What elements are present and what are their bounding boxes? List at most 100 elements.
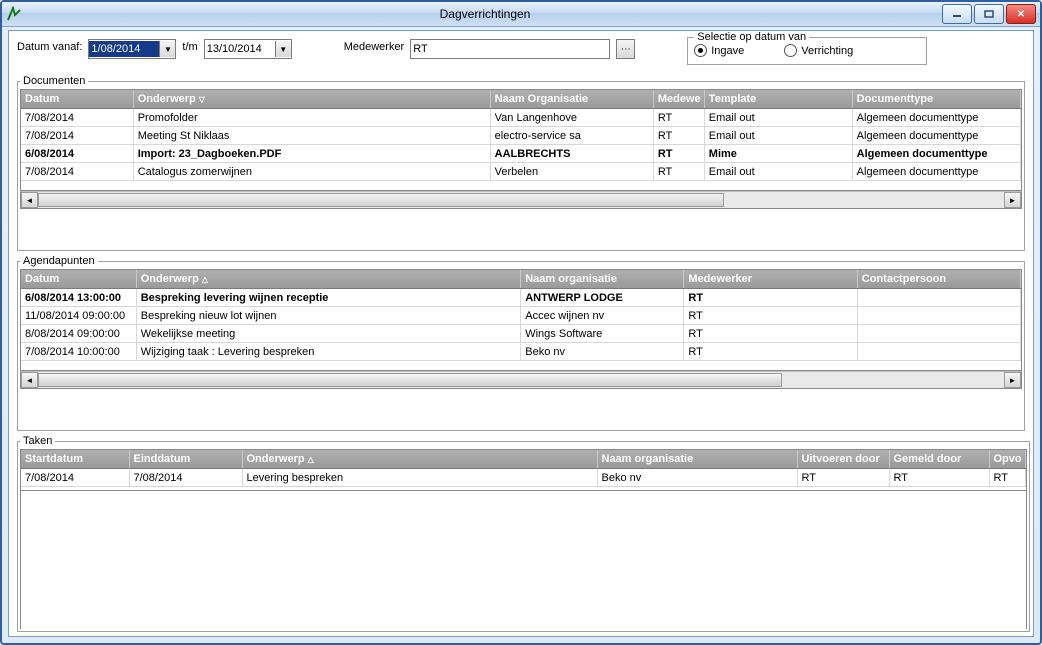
- medewerker-input[interactable]: [410, 39, 610, 59]
- cell[interactable]: [857, 343, 1020, 361]
- radio-ingave[interactable]: Ingave: [694, 44, 744, 57]
- cell[interactable]: 7/08/2014: [21, 469, 129, 487]
- column-header[interactable]: Naam Organisatie: [490, 90, 653, 109]
- cell[interactable]: 7/08/2014: [129, 469, 242, 487]
- column-header[interactable]: Einddatum: [129, 450, 242, 469]
- cell[interactable]: Algemeen documenttype: [852, 127, 1020, 145]
- cell[interactable]: 7/08/2014: [21, 127, 133, 145]
- table-row[interactable]: 7/08/2014 10:00:00Wijziging taak : Lever…: [21, 343, 1021, 361]
- cell[interactable]: 6/08/2014 13:00:00: [21, 289, 136, 307]
- scroll-thumb[interactable]: [38, 193, 724, 207]
- cell[interactable]: ANTWERP LODGE: [521, 289, 684, 307]
- cell[interactable]: RT: [684, 325, 857, 343]
- cell[interactable]: RT: [684, 307, 857, 325]
- table-row[interactable]: 6/08/2014Import: 23_Dagboeken.PDFAALBREC…: [21, 145, 1021, 163]
- table-row[interactable]: 11/08/2014 09:00:00Bespreking nieuw lot …: [21, 307, 1021, 325]
- cell[interactable]: Bespreking nieuw lot wijnen: [136, 307, 521, 325]
- cell[interactable]: [857, 325, 1020, 343]
- column-header[interactable]: Datum: [21, 90, 133, 109]
- documenten-hscroll[interactable]: ◄ ►: [20, 191, 1022, 209]
- cell[interactable]: 6/08/2014: [21, 145, 133, 163]
- datum-vanaf-field[interactable]: [89, 41, 159, 57]
- cell[interactable]: Mime: [704, 145, 852, 163]
- minimize-button[interactable]: [942, 4, 972, 24]
- table-row[interactable]: 7/08/20147/08/2014Levering besprekenBeko…: [21, 469, 1025, 487]
- cell[interactable]: Verbelen: [490, 163, 653, 181]
- cell[interactable]: 7/08/2014: [21, 109, 133, 127]
- column-header[interactable]: Documenttype: [852, 90, 1020, 109]
- table-row[interactable]: 7/08/2014Catalogus zomerwijnenVerbelenRT…: [21, 163, 1021, 181]
- cell[interactable]: Accec wijnen nv: [521, 307, 684, 325]
- agenda-grid[interactable]: DatumOnderwerp△Naam organisatieMedewerke…: [20, 269, 1022, 371]
- scroll-left-icon[interactable]: ◄: [21, 192, 38, 208]
- column-header[interactable]: Template: [704, 90, 852, 109]
- cell[interactable]: 11/08/2014 09:00:00: [21, 307, 136, 325]
- column-header[interactable]: Datum: [21, 270, 136, 289]
- column-header[interactable]: Onderwerp▽: [133, 90, 490, 109]
- cell[interactable]: Levering bespreken: [242, 469, 597, 487]
- column-header[interactable]: Naam organisatie: [521, 270, 684, 289]
- column-header[interactable]: Onderwerp△: [242, 450, 597, 469]
- column-header[interactable]: Startdatum: [21, 450, 129, 469]
- cell[interactable]: Algemeen documenttype: [852, 163, 1020, 181]
- cell[interactable]: Import: 23_Dagboeken.PDF: [133, 145, 490, 163]
- scroll-thumb[interactable]: [38, 373, 782, 387]
- cell[interactable]: Beko nv: [597, 469, 797, 487]
- cell[interactable]: Meeting St Niklaas: [133, 127, 490, 145]
- table-row[interactable]: 8/08/2014 09:00:00Wekelijkse meetingWing…: [21, 325, 1021, 343]
- radio-verrichting[interactable]: Verrichting: [784, 44, 853, 57]
- medewerker-field[interactable]: [411, 41, 609, 57]
- cell[interactable]: RT: [797, 469, 889, 487]
- column-header[interactable]: Contactpersoon: [857, 270, 1020, 289]
- cell[interactable]: Algemeen documenttype: [852, 145, 1020, 163]
- cell[interactable]: RT: [653, 163, 704, 181]
- agenda-hscroll[interactable]: ◄ ►: [20, 371, 1022, 389]
- cell[interactable]: 7/08/2014 10:00:00: [21, 343, 136, 361]
- medewerker-lookup-button[interactable]: ⋯: [616, 39, 635, 59]
- column-header[interactable]: Gemeld door: [889, 450, 989, 469]
- scroll-right-icon[interactable]: ►: [1004, 192, 1021, 208]
- column-header[interactable]: Uitvoeren door: [797, 450, 889, 469]
- cell[interactable]: [857, 307, 1020, 325]
- cell[interactable]: Catalogus zomerwijnen: [133, 163, 490, 181]
- documenten-grid[interactable]: DatumOnderwerp▽Naam OrganisatieMedeweTem…: [20, 89, 1022, 191]
- cell[interactable]: Wekelijkse meeting: [136, 325, 521, 343]
- column-header[interactable]: Medewe: [653, 90, 704, 109]
- taken-grid[interactable]: StartdatumEinddatumOnderwerp△Naam organi…: [20, 449, 1027, 491]
- datum-tm-field[interactable]: [205, 41, 275, 57]
- cell[interactable]: AALBRECHTS: [490, 145, 653, 163]
- cell[interactable]: RT: [889, 469, 989, 487]
- table-row[interactable]: 7/08/2014PromofolderVan LangenhoveRTEmai…: [21, 109, 1021, 127]
- cell[interactable]: Beko nv: [521, 343, 684, 361]
- cell[interactable]: Van Langenhove: [490, 109, 653, 127]
- cell[interactable]: RT: [653, 145, 704, 163]
- table-row[interactable]: 6/08/2014 13:00:00Bespreking levering wi…: [21, 289, 1021, 307]
- cell[interactable]: Wijziging taak : Levering bespreken: [136, 343, 521, 361]
- cell[interactable]: RT: [989, 469, 1025, 487]
- cell[interactable]: Email out: [704, 109, 852, 127]
- column-header[interactable]: Onderwerp△: [136, 270, 521, 289]
- cell[interactable]: Wings Software: [521, 325, 684, 343]
- chevron-down-icon[interactable]: ▼: [275, 41, 291, 57]
- cell[interactable]: RT: [684, 289, 857, 307]
- titlebar[interactable]: Dagverrichtingen ✕: [2, 2, 1040, 27]
- cell[interactable]: [857, 289, 1020, 307]
- cell[interactable]: Email out: [704, 163, 852, 181]
- cell[interactable]: electro-service sa: [490, 127, 653, 145]
- column-header[interactable]: Medewerker: [684, 270, 857, 289]
- cell[interactable]: Algemeen documenttype: [852, 109, 1020, 127]
- cell[interactable]: RT: [653, 109, 704, 127]
- scroll-track[interactable]: [38, 193, 1004, 207]
- cell[interactable]: 7/08/2014: [21, 163, 133, 181]
- maximize-button[interactable]: [974, 4, 1004, 24]
- cell[interactable]: RT: [653, 127, 704, 145]
- datum-vanaf-input[interactable]: ▼: [88, 39, 176, 59]
- scroll-track[interactable]: [38, 373, 1004, 387]
- scroll-left-icon[interactable]: ◄: [21, 372, 38, 388]
- cell[interactable]: Bespreking levering wijnen receptie: [136, 289, 521, 307]
- close-button[interactable]: ✕: [1006, 4, 1036, 24]
- datum-tm-input[interactable]: ▼: [204, 39, 292, 59]
- cell[interactable]: Promofolder: [133, 109, 490, 127]
- cell[interactable]: Email out: [704, 127, 852, 145]
- cell[interactable]: 8/08/2014 09:00:00: [21, 325, 136, 343]
